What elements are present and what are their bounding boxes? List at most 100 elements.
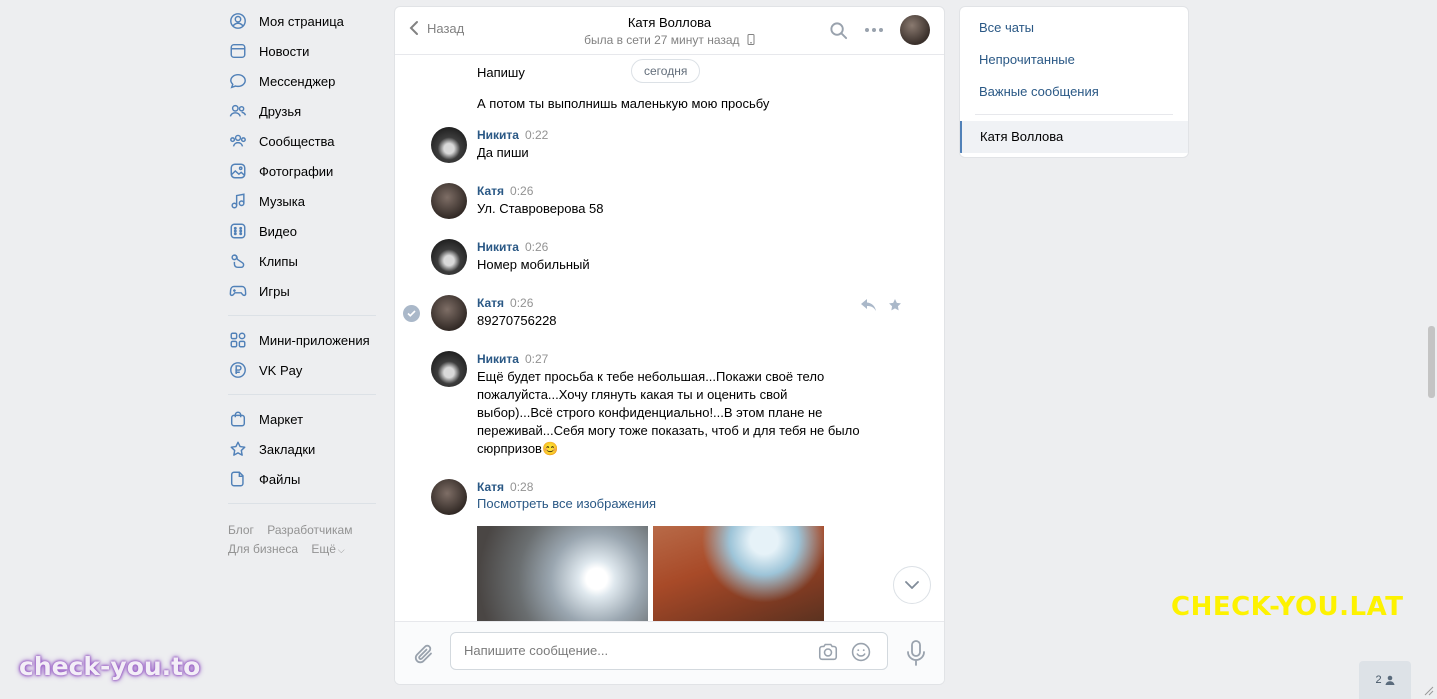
emoji-icon[interactable] (850, 641, 872, 663)
nav-item-friends[interactable]: Друзья (228, 96, 378, 126)
file-icon (228, 469, 248, 489)
message[interactable]: Никита 0:27 Ещё будет просьба к тебе небо… (431, 351, 911, 458)
checkmark-icon (407, 310, 416, 317)
nav-label: Видео (259, 223, 297, 239)
message-time[interactable]: 0:28 (510, 480, 533, 494)
avatar[interactable] (431, 479, 467, 515)
folder-unread[interactable]: Непрочитанные (979, 52, 1075, 67)
footer-link-business[interactable]: Для бизнеса (228, 542, 298, 556)
news-icon (228, 41, 248, 61)
nav-item-photos[interactable]: Фотографии (228, 156, 378, 186)
message-line: пожалуйста...Хочу глянуть какая ты и оце… (477, 387, 788, 402)
nav-item-mini-apps[interactable]: Мини-приложения (228, 325, 378, 355)
nav-label: VK Pay (259, 362, 303, 378)
message-time[interactable]: 0:27 (525, 352, 548, 366)
message-line: Ещё будет просьба к тебе небольшая...Пок… (477, 369, 825, 384)
message-author[interactable]: Катя (477, 296, 504, 310)
photo-attachment[interactable] (653, 526, 824, 621)
folder-all-chats[interactable]: Все чаты (979, 20, 1034, 35)
avatar[interactable] (431, 295, 467, 331)
message[interactable]: Катя 0:26 89270756228 (431, 295, 911, 331)
footer-link-blog[interactable]: Блог (228, 523, 254, 537)
left-nav: Моя страница Новости Мессенджер Друзья С… (228, 6, 378, 560)
microphone-icon[interactable] (904, 639, 928, 667)
nav-item-communities[interactable]: Сообщества (228, 126, 378, 156)
message-time[interactable]: 0:26 (510, 296, 533, 310)
message-author[interactable]: Катя (477, 480, 504, 494)
nav-item-messenger[interactable]: Мессенджер (228, 66, 378, 96)
header-actions (814, 15, 930, 45)
watermark-purple: check-you.to (19, 652, 201, 681)
message-actions (850, 296, 904, 314)
message[interactable]: Никита 0:22 Да пиши (431, 127, 911, 163)
scroll-down-button[interactable] (893, 566, 931, 604)
gamepad-icon (228, 281, 248, 301)
select-message-checkbox[interactable] (403, 305, 420, 322)
online-count: 2 (1375, 674, 1382, 686)
avatar[interactable] (431, 239, 467, 275)
message-input[interactable] (464, 643, 804, 658)
message-line: переживай...Себя могу тоже показать, что… (477, 423, 860, 438)
peer-avatar[interactable] (900, 15, 930, 45)
market-bag-icon (228, 409, 248, 429)
footer-link-more[interactable]: Ещё ⌵ (311, 542, 354, 556)
star-icon[interactable] (886, 296, 904, 314)
resize-handle-icon[interactable] (1424, 686, 1434, 696)
online-users-button[interactable]: 2 (1359, 661, 1411, 699)
avatar[interactable] (431, 127, 467, 163)
avatar[interactable] (431, 183, 467, 219)
nav-label: Моя страница (259, 13, 344, 29)
message-time[interactable]: 0:26 (510, 184, 533, 198)
folder-important[interactable]: Важные сообщения (979, 84, 1099, 99)
nav-label: Файлы (259, 471, 301, 487)
message-author[interactable]: Никита (477, 128, 519, 142)
photo-attachment[interactable] (477, 526, 648, 621)
message-time[interactable]: 0:26 (525, 240, 548, 254)
avatar[interactable] (431, 351, 467, 387)
nav-item-games[interactable]: Игры (228, 276, 378, 306)
nav-divider (228, 503, 376, 504)
chat-bubble-icon (228, 71, 248, 91)
message-author[interactable]: Никита (477, 352, 519, 366)
message-text: Да пиши (477, 145, 529, 160)
message-author[interactable]: Катя (477, 184, 504, 198)
message-composer (395, 621, 944, 684)
message-history: Напишу сегодня А потом ты выполнишь мале… (395, 56, 944, 621)
nav-item-video[interactable]: Видео (228, 216, 378, 246)
message[interactable]: Катя 0:26 Ул. Ставроверова 58 (431, 183, 911, 219)
message-text: Ещё будет просьба к тебе небольшая...Пок… (477, 368, 911, 458)
nav-item-clips[interactable]: Клипы (228, 246, 378, 276)
more-options-icon[interactable] (862, 18, 886, 42)
nav-item-my-page[interactable]: Моя страница (228, 6, 378, 36)
nav-label: Друзья (259, 103, 302, 119)
nav-item-music[interactable]: Музыка (228, 186, 378, 216)
nav-item-market[interactable]: Маркет (228, 404, 378, 434)
vkpay-icon (228, 360, 248, 380)
message[interactable]: Катя 0:28 Посмотреть все изображения (431, 479, 911, 515)
chevron-down-icon: ⌵ (337, 545, 345, 555)
search-icon[interactable] (826, 18, 850, 42)
nav-label: Маркет (259, 411, 304, 427)
footer-more-label: Ещё (311, 542, 336, 556)
user-icon (1385, 675, 1395, 685)
camera-icon[interactable] (817, 641, 839, 663)
folder-active-chat[interactable]: Катя Воллова (960, 121, 1188, 153)
message-author[interactable]: Никита (477, 240, 519, 254)
message-line: сюрпризов😊 (477, 441, 559, 456)
view-all-images-link[interactable]: Посмотреть все изображения (477, 496, 911, 511)
nav-label: Мессенджер (259, 73, 336, 89)
message-time[interactable]: 0:22 (525, 128, 548, 142)
nav-divider (228, 315, 376, 316)
chat-header: Назад Катя Воллова была в сети 27 минут … (395, 7, 944, 55)
attach-icon[interactable] (412, 642, 436, 666)
nav-label: Сообщества (259, 133, 335, 149)
nav-item-news[interactable]: Новости (228, 36, 378, 66)
nav-item-bookmarks[interactable]: Закладки (228, 434, 378, 464)
message[interactable]: Никита 0:26 Номер мобильный (431, 239, 911, 275)
nav-item-files[interactable]: Файлы (228, 464, 378, 494)
nav-item-vk-pay[interactable]: VK Pay (228, 355, 378, 385)
message-text: 89270756228 (477, 313, 557, 328)
page-scrollbar[interactable] (1428, 326, 1435, 398)
footer-link-dev[interactable]: Разработчикам (267, 523, 352, 537)
reply-icon[interactable] (859, 296, 877, 314)
